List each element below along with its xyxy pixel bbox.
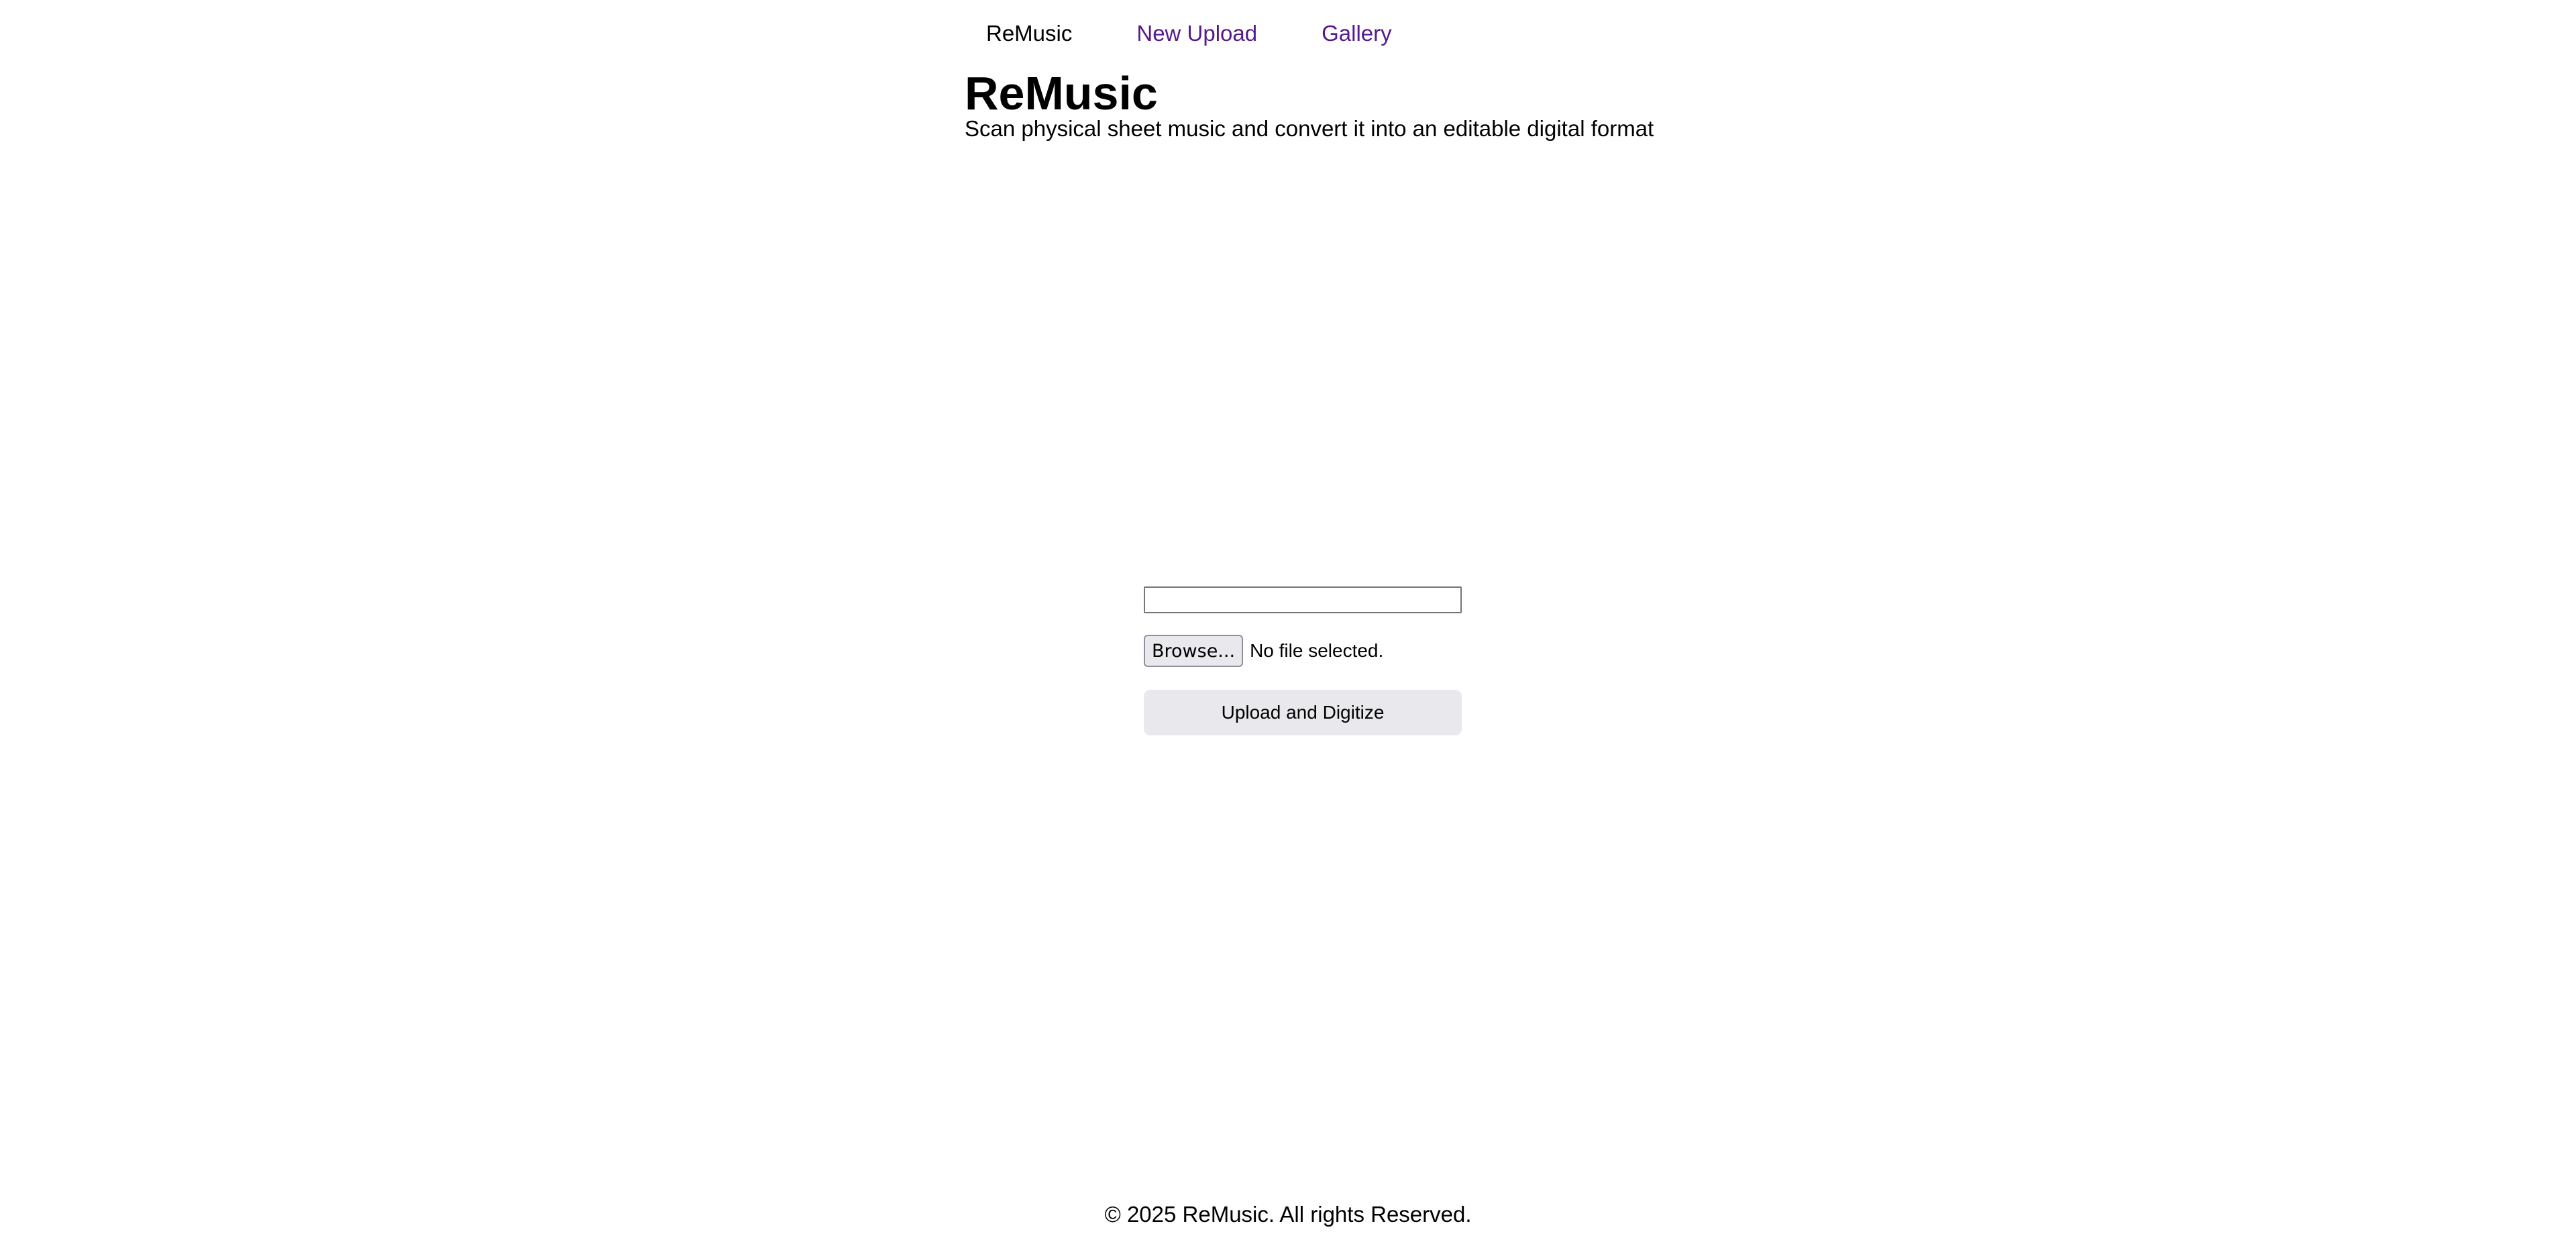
upload-and-digitize-button[interactable]: Upload and Digitize <box>1144 690 1462 735</box>
title-input[interactable] <box>1144 586 1462 613</box>
footer-copyright: © 2025 ReMusic. All rights Reserved. <box>1104 1202 1472 1227</box>
top-nav: ReMusic New Upload Gallery <box>965 20 1456 47</box>
nav-brand-link[interactable]: ReMusic <box>986 21 1072 46</box>
file-picker: Browse... No file selected. <box>1144 635 1462 667</box>
file-status-text: No file selected. <box>1250 640 1384 661</box>
browse-button[interactable]: Browse... <box>1144 635 1244 667</box>
upload-form: Browse... No file selected. Upload and D… <box>1144 586 1462 735</box>
page-title: ReMusic <box>965 67 1158 119</box>
nav-link-new-upload[interactable]: New Upload <box>1136 21 1257 46</box>
page-subtitle: Scan physical sheet music and convert it… <box>965 116 1654 141</box>
nav-link-gallery[interactable]: Gallery <box>1322 21 1392 46</box>
page: ReMusic New Upload Gallery ReMusic Scan … <box>0 0 2576 1236</box>
